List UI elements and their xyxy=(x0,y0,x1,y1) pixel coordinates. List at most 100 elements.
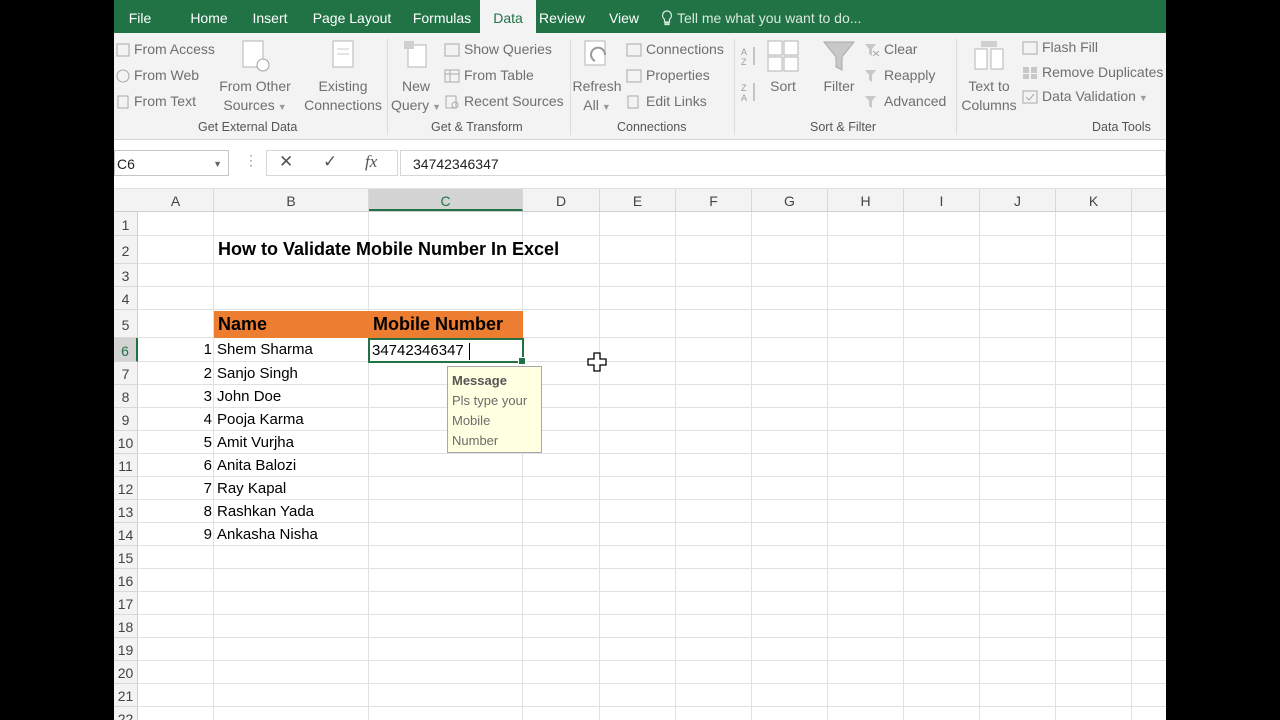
row-header-19[interactable]: 19 xyxy=(114,638,138,661)
show-queries-button[interactable]: Show Queries xyxy=(444,41,552,57)
name-cell[interactable]: Ray Kapal xyxy=(217,480,286,497)
reapply-button[interactable]: Reapply xyxy=(864,67,935,83)
flash-fill-button[interactable]: Flash Fill xyxy=(1022,39,1098,55)
tab-insert[interactable]: Insert xyxy=(242,0,298,33)
row-header-4[interactable]: 4 xyxy=(114,287,138,310)
row-header-7[interactable]: 7 xyxy=(114,362,138,385)
row-number-cell[interactable]: 8 xyxy=(138,503,212,520)
column-header-b[interactable]: B xyxy=(214,189,369,211)
column-header-g[interactable]: G xyxy=(752,189,828,211)
from-other-sources-button[interactable]: From Other Sources ▼ xyxy=(216,39,294,117)
formula-input[interactable]: 34742346347 xyxy=(400,150,1166,176)
filter-button[interactable]: Filter xyxy=(818,39,860,96)
row-header-22[interactable]: 22 xyxy=(114,707,138,720)
row-header-10[interactable]: 10 xyxy=(114,431,138,454)
column-header-d[interactable]: D xyxy=(523,189,600,211)
name-cell[interactable]: Rashkan Yada xyxy=(217,503,314,520)
column-header-h[interactable]: H xyxy=(828,189,904,211)
column-header-j[interactable]: J xyxy=(980,189,1056,211)
row-number-cell[interactable]: 3 xyxy=(138,388,212,405)
row-number-cell[interactable]: 9 xyxy=(138,526,212,543)
from-web-button[interactable]: From Web xyxy=(116,67,199,83)
row-header-13[interactable]: 13 xyxy=(114,500,138,523)
tab-file[interactable]: File xyxy=(118,0,162,33)
name-cell[interactable]: Anita Balozi xyxy=(217,457,296,474)
enter-check-icon[interactable]: ✓ xyxy=(323,152,337,172)
column-header-c[interactable]: C xyxy=(369,189,523,211)
properties-button[interactable]: Properties xyxy=(626,67,710,83)
row-header-1[interactable]: 1 xyxy=(114,212,138,236)
new-query-icon xyxy=(404,41,427,68)
sort-az-button[interactable]: AZ xyxy=(740,45,762,67)
from-text-button[interactable]: From Text xyxy=(116,93,196,109)
row-header-3[interactable]: 3 xyxy=(114,264,138,287)
new-query-label-1: New xyxy=(401,78,430,94)
column-header-f[interactable]: F xyxy=(676,189,752,211)
row-header-14[interactable]: 14 xyxy=(114,523,138,546)
row-gridline xyxy=(138,476,1166,477)
name-cell[interactable]: Pooja Karma xyxy=(217,411,304,428)
tab-home[interactable]: Home xyxy=(178,0,240,33)
header-cell-mobile[interactable]: Mobile Number xyxy=(369,311,523,338)
name-cell[interactable]: Shem Sharma xyxy=(217,341,313,358)
sort-za-button[interactable]: ZA xyxy=(740,81,762,103)
header-cell-name[interactable]: Name xyxy=(214,311,369,338)
new-query-button[interactable]: New Query ▼ xyxy=(388,39,444,117)
tab-formulas[interactable]: Formulas xyxy=(404,0,480,33)
from-access-button[interactable]: From Access xyxy=(116,41,215,57)
edit-links-button[interactable]: Edit Links xyxy=(626,93,707,109)
recent-sources-button[interactable]: Recent Sources xyxy=(444,93,564,109)
fill-handle[interactable] xyxy=(518,357,526,365)
row-number-cell[interactable]: 7 xyxy=(138,480,212,497)
row-header-11[interactable]: 11 xyxy=(114,454,138,477)
data-validation-button[interactable]: Data Validation ▼ xyxy=(1022,88,1148,104)
column-header-k[interactable]: K xyxy=(1056,189,1132,211)
active-cell-c6[interactable]: 34742346347 xyxy=(368,338,526,365)
row-header-17[interactable]: 17 xyxy=(114,592,138,615)
row-header-6[interactable]: 6 xyxy=(114,338,138,362)
row-header-9[interactable]: 9 xyxy=(114,408,138,431)
tab-data[interactable]: Data xyxy=(480,0,536,33)
name-cell[interactable]: Amit Vurjha xyxy=(217,434,294,451)
column-header-e[interactable]: E xyxy=(600,189,676,211)
name-cell[interactable]: Ankasha Nisha xyxy=(217,526,318,543)
tell-me-search[interactable]: Tell me what you want to do... xyxy=(661,0,861,33)
cancel-icon[interactable]: ✕ xyxy=(279,152,293,172)
row-header-20[interactable]: 20 xyxy=(114,661,138,684)
column-header-i[interactable]: I xyxy=(904,189,980,211)
connections-button[interactable]: Connections xyxy=(626,41,724,57)
row-header-5[interactable]: 5 xyxy=(114,310,138,338)
active-cell-value: 34742346347 xyxy=(372,342,464,359)
tab-page-layout[interactable]: Page Layout xyxy=(304,0,400,33)
name-cell[interactable]: John Doe xyxy=(217,388,281,405)
text-to-columns-button[interactable]: Text to Columns xyxy=(960,39,1018,115)
sort-button[interactable]: Sort xyxy=(762,39,804,96)
row-number-cell[interactable]: 6 xyxy=(138,457,212,474)
name-box[interactable]: C6 ▼ xyxy=(114,150,229,176)
row-header-16[interactable]: 16 xyxy=(114,569,138,592)
row-header-2[interactable]: 2 xyxy=(114,236,138,264)
remove-duplicates-button[interactable]: Remove Duplicates xyxy=(1022,64,1163,80)
row-number-cell[interactable]: 2 xyxy=(138,365,212,382)
row-header-8[interactable]: 8 xyxy=(114,385,138,408)
row-number-cell[interactable]: 4 xyxy=(138,411,212,428)
row-gridline xyxy=(138,706,1166,707)
name-cell[interactable]: Sanjo Singh xyxy=(217,365,298,382)
refresh-all-button[interactable]: Refresh All ▼ xyxy=(571,39,623,117)
from-table-button[interactable]: From Table xyxy=(444,67,534,83)
tab-review[interactable]: Review xyxy=(536,0,588,33)
insert-function-icon[interactable]: fx xyxy=(365,152,377,172)
advanced-button[interactable]: Advanced xyxy=(864,93,946,109)
formula-bar-grip[interactable]: ⋮ xyxy=(244,152,258,169)
tab-view[interactable]: View xyxy=(604,0,644,33)
table-icon xyxy=(444,69,460,83)
row-header-12[interactable]: 12 xyxy=(114,477,138,500)
row-number-cell[interactable]: 1 xyxy=(138,341,212,358)
row-header-15[interactable]: 15 xyxy=(114,546,138,569)
row-header-21[interactable]: 21 xyxy=(114,684,138,707)
clear-button[interactable]: Clear xyxy=(864,41,917,57)
row-number-cell[interactable]: 5 xyxy=(138,434,212,451)
row-header-18[interactable]: 18 xyxy=(114,615,138,638)
column-header-a[interactable]: A xyxy=(138,189,214,211)
existing-connections-button[interactable]: Existing Connections xyxy=(300,39,386,115)
